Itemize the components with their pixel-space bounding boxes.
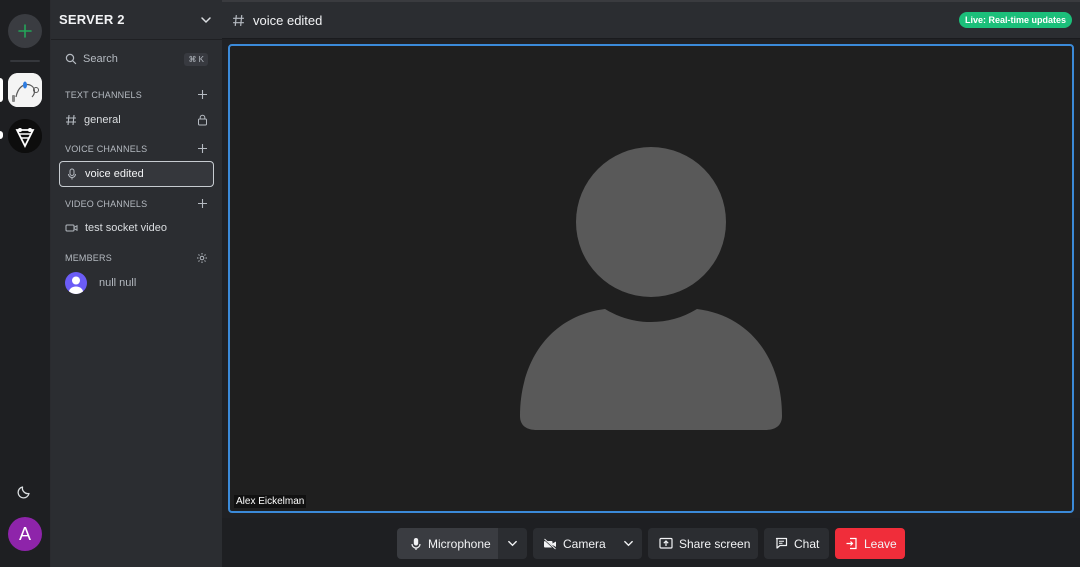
member-item[interactable]: null null <box>59 270 214 296</box>
add-server-button[interactable] <box>8 14 42 48</box>
section-label: VIDEO CHANNELS <box>65 198 148 209</box>
chevron-down-icon <box>201 16 211 23</box>
channel-item-general[interactable]: general <box>59 107 214 133</box>
server-header[interactable]: SERVER 2 <box>51 0 222 40</box>
microphone-icon <box>68 168 76 180</box>
server-rail: A <box>0 0 51 567</box>
user-avatar[interactable]: A <box>8 517 42 551</box>
camera-label: Camera <box>563 536 606 551</box>
main-panel: voice edited Live: Real-time updates Ale… <box>222 0 1080 567</box>
rail-separator <box>10 60 40 62</box>
server-name: SERVER 2 <box>59 12 125 27</box>
hash-icon <box>66 114 76 126</box>
server-icon-2[interactable] <box>8 119 42 153</box>
video-camera-icon <box>65 224 78 232</box>
video-channels-header: VIDEO CHANNELS <box>59 198 214 209</box>
add-voice-channel-icon[interactable] <box>197 143 208 154</box>
participant-name: Alex Eickelman <box>234 495 307 508</box>
camera-off-icon <box>543 537 556 550</box>
chat-label: Chat <box>794 536 820 551</box>
live-status-badge: Live: Real-time updates <box>958 12 1072 28</box>
chat-button[interactable]: Chat <box>764 528 829 559</box>
channel-label: voice edited <box>85 168 144 180</box>
add-text-channel-icon[interactable] <box>197 89 208 100</box>
channel-header: voice edited Live: Real-time updates <box>222 2 1080 39</box>
avatar-placeholder-icon <box>520 147 782 430</box>
section-label: MEMBERS <box>65 253 112 263</box>
channel-item-voice-edited[interactable]: voice edited <box>59 161 214 187</box>
theme-toggle-button[interactable] <box>16 482 34 500</box>
microphone-label: Microphone <box>428 536 491 551</box>
channel-label: test socket video <box>85 222 167 234</box>
lock-icon <box>198 114 207 126</box>
call-controls: Microphone Camera Share screen Chat Leav… <box>222 518 1080 567</box>
server-logo-icon <box>8 119 42 153</box>
section-label: TEXT CHANNELS <box>65 89 142 100</box>
leave-label: Leave <box>864 536 897 551</box>
plus-icon <box>18 24 32 38</box>
member-avatar <box>65 272 87 294</box>
chat-icon <box>775 537 788 549</box>
channel-title: voice edited <box>253 12 323 28</box>
members-header: MEMBERS <box>59 252 214 264</box>
channel-label: general <box>84 114 121 126</box>
microphone-options-button[interactable] <box>498 528 527 559</box>
add-video-channel-icon[interactable] <box>197 198 208 209</box>
share-screen-icon <box>659 537 673 549</box>
search-button[interactable]: Search ⌘ K <box>59 48 214 70</box>
member-name: null null <box>99 277 137 289</box>
microphone-button[interactable]: Microphone <box>397 528 498 559</box>
microphone-icon <box>411 537 421 550</box>
channel-sidebar: SERVER 2 Search ⌘ K TEXT CHANNELS genera… <box>51 0 222 567</box>
section-label: VOICE CHANNELS <box>65 143 148 154</box>
unread-server-indicator <box>0 131 3 139</box>
camera-options-button[interactable] <box>615 528 642 559</box>
participant-video-tile[interactable]: Alex Eickelman <box>228 44 1074 513</box>
chevron-down-icon <box>508 540 517 547</box>
server-icon-1[interactable] <box>8 73 42 107</box>
share-screen-button[interactable]: Share screen <box>648 528 758 559</box>
moon-icon <box>17 486 30 499</box>
text-channels-header: TEXT CHANNELS <box>59 89 214 100</box>
chevron-down-icon <box>624 540 633 547</box>
channel-item-test-socket-video[interactable]: test socket video <box>59 215 214 241</box>
voice-channels-header: VOICE CHANNELS <box>59 143 214 154</box>
search-shortcut: ⌘ K <box>184 52 208 66</box>
share-screen-label: Share screen <box>679 536 751 551</box>
search-label: Search <box>83 53 118 65</box>
selected-server-indicator <box>0 78 3 102</box>
search-icon <box>65 53 77 65</box>
camera-button[interactable]: Camera <box>533 528 615 559</box>
person-icon <box>68 276 84 294</box>
leave-icon <box>846 537 857 550</box>
hash-icon <box>233 14 244 26</box>
gear-icon[interactable] <box>196 252 208 264</box>
leave-button[interactable]: Leave <box>835 528 905 559</box>
server-logo-icon <box>8 73 42 107</box>
